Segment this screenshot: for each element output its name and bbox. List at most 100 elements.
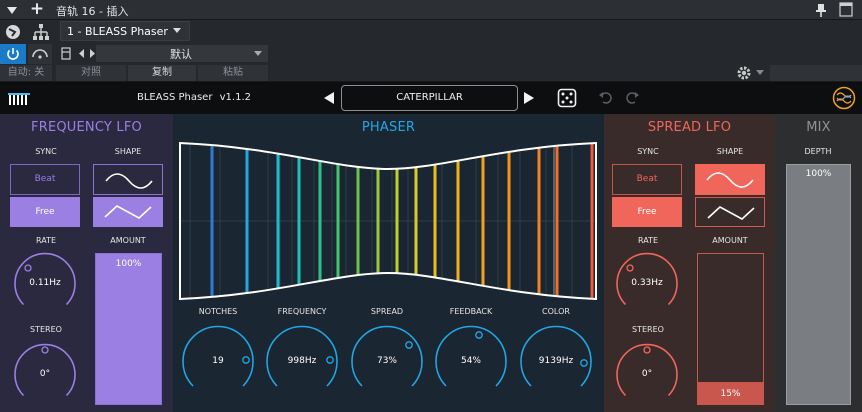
phaser-title: PHASER xyxy=(361,120,416,135)
mix-panel: MIX DEPTH 100% xyxy=(775,114,862,412)
depth-label: DEPTH xyxy=(804,147,832,156)
freq-stereo-knob[interactable]: 0° xyxy=(12,341,78,407)
spread-beat-button[interactable]: Beat xyxy=(612,164,682,195)
freq-amount-label: AMOUNT xyxy=(110,236,146,245)
globe-icon[interactable] xyxy=(3,22,23,42)
spread-knob[interactable]: 73% xyxy=(349,323,425,399)
randomize-dice-icon[interactable] xyxy=(557,88,577,108)
chevron-down-icon xyxy=(254,51,262,56)
spread-free-button[interactable]: Free xyxy=(612,197,682,227)
automation-button[interactable]: 自动: 关 xyxy=(0,65,52,81)
chevron-down-icon xyxy=(173,28,181,33)
spread-stereo-label: STEREO xyxy=(632,325,664,334)
redo-icon[interactable] xyxy=(624,89,640,105)
host-preset-label: 默认 xyxy=(170,48,192,61)
prev-preset-icon[interactable] xyxy=(78,45,86,62)
freq-amount-value: 100% xyxy=(115,259,142,269)
plugin-slot-label: 1 - BLEASS Phaser xyxy=(67,25,168,38)
color-knob[interactable]: 9139Hz xyxy=(518,323,594,399)
spread-rate-value: 0.33Hz xyxy=(631,278,663,288)
collapse-arrow-icon[interactable] xyxy=(4,2,20,18)
chevron-down-icon[interactable] xyxy=(756,70,764,75)
spread-amount-slider[interactable]: 15% xyxy=(697,253,764,405)
menu-logo-icon[interactable] xyxy=(832,86,856,110)
preset-menu-icon[interactable] xyxy=(60,45,72,62)
depth-value: 100% xyxy=(805,169,832,179)
bypass-button[interactable] xyxy=(28,44,52,64)
spread-rate-label: RATE xyxy=(637,236,659,245)
triangle-wave-icon xyxy=(707,206,755,220)
freq-triangle-shape-button[interactable] xyxy=(93,197,163,227)
feedback-label: FEEDBACK xyxy=(449,307,493,316)
spread-stereo-knob[interactable]: 0° xyxy=(614,341,680,407)
phaser-panel: PHASER NOTCHES 19 FREQUENCY 998Hz SPREAD… xyxy=(173,114,604,412)
compare-button[interactable]: 对照 xyxy=(56,65,126,81)
depth-slider[interactable]: 100% xyxy=(786,164,851,405)
preset-name-display[interactable]: CATERPILLAR xyxy=(341,85,518,111)
bleass-logo-icon xyxy=(8,93,30,105)
plugin-version: v1.1.2 xyxy=(219,92,251,103)
close-icon[interactable] xyxy=(839,2,853,17)
freq-sine-shape-button[interactable] xyxy=(93,164,163,195)
spread-sine-shape-button[interactable] xyxy=(695,164,765,195)
freq-sync-label: SYNC xyxy=(35,147,57,156)
undo-icon[interactable] xyxy=(598,89,614,105)
feedback-value: 54% xyxy=(460,356,481,366)
host-automation-row: 自动: 关 对照 复制 粘贴 xyxy=(0,64,862,82)
frequency-knob[interactable]: 998Hz xyxy=(264,323,340,399)
freq-free-button[interactable]: Free xyxy=(10,197,80,227)
host-blank-field xyxy=(770,65,862,81)
host-title-bar: + 音轨 16 - 插入 xyxy=(0,0,862,20)
paste-button[interactable]: 粘贴 xyxy=(198,65,268,81)
notches-label: NOTCHES xyxy=(198,307,238,316)
spread-amount-value: 15% xyxy=(720,389,741,399)
spread-sync-label: SYNC xyxy=(637,147,659,156)
spread-amount-label: AMOUNT xyxy=(712,236,748,245)
frequency-value: 998Hz xyxy=(287,356,317,366)
prev-preset-arrow-icon[interactable] xyxy=(324,92,334,104)
spread-label: SPREAD xyxy=(370,307,404,316)
color-label: COLOR xyxy=(542,307,570,316)
sine-wave-icon xyxy=(105,173,153,189)
color-value: 9139Hz xyxy=(538,356,574,366)
host-plugin-row: 1 - BLEASS Phaser xyxy=(0,20,862,43)
plugin-name: BLEASS Phaser v1.1.2 xyxy=(137,92,251,103)
freq-rate-label: RATE xyxy=(35,236,57,245)
arc-icon xyxy=(32,49,48,59)
notches-knob[interactable]: 19 xyxy=(180,323,256,399)
freq-amount-fill xyxy=(96,254,161,404)
plugin-slot-select[interactable]: 1 - BLEASS Phaser xyxy=(60,21,190,41)
freq-rate-knob[interactable]: 0.11Hz xyxy=(12,250,78,316)
spread-rate-knob[interactable]: 0.33Hz xyxy=(614,250,680,316)
power-button[interactable] xyxy=(0,44,26,64)
next-preset-icon[interactable] xyxy=(88,45,96,62)
copy-button[interactable]: 复制 xyxy=(128,65,196,81)
spread-value: 73% xyxy=(376,356,397,366)
spread-shape-label: SHAPE xyxy=(716,147,744,156)
frequency-lfo-panel: FREQUENCY LFO SYNC SHAPE Beat Free RATE … xyxy=(0,114,173,412)
freq-amount-slider[interactable]: 100% xyxy=(95,253,162,405)
sine-wave-icon xyxy=(706,172,754,188)
plugin-header: BLEASS Phaser v1.1.2 CATERPILLAR xyxy=(0,82,862,114)
freq-beat-button[interactable]: Beat xyxy=(10,164,80,195)
phaser-notch-display xyxy=(179,141,597,301)
feedback-knob[interactable]: 54% xyxy=(433,323,509,399)
spread-lfo-panel: SPREAD LFO SYNC SHAPE Beat Free RATE AMO… xyxy=(604,114,775,412)
next-preset-arrow-icon[interactable] xyxy=(524,92,534,104)
plugin-name-text: BLEASS Phaser xyxy=(137,92,213,103)
spread-triangle-shape-button[interactable] xyxy=(695,197,765,227)
gear-icon[interactable] xyxy=(736,65,752,81)
routing-icon[interactable] xyxy=(31,22,51,42)
freq-stereo-value: 0° xyxy=(39,369,51,379)
window-title: 音轨 16 - 插入 xyxy=(56,5,129,18)
notches-value: 19 xyxy=(212,356,224,366)
pin-icon[interactable] xyxy=(815,3,827,17)
freq-shape-label: SHAPE xyxy=(114,147,142,156)
host-preset-select[interactable]: 默认 xyxy=(96,45,268,62)
spread-lfo-title: SPREAD LFO xyxy=(647,120,732,135)
frequency-label: FREQUENCY xyxy=(277,307,327,316)
add-icon[interactable]: + xyxy=(29,0,45,18)
frequency-lfo-title: FREQUENCY LFO xyxy=(31,120,142,135)
depth-fill xyxy=(787,165,850,404)
spread-stereo-value: 0° xyxy=(641,369,653,379)
